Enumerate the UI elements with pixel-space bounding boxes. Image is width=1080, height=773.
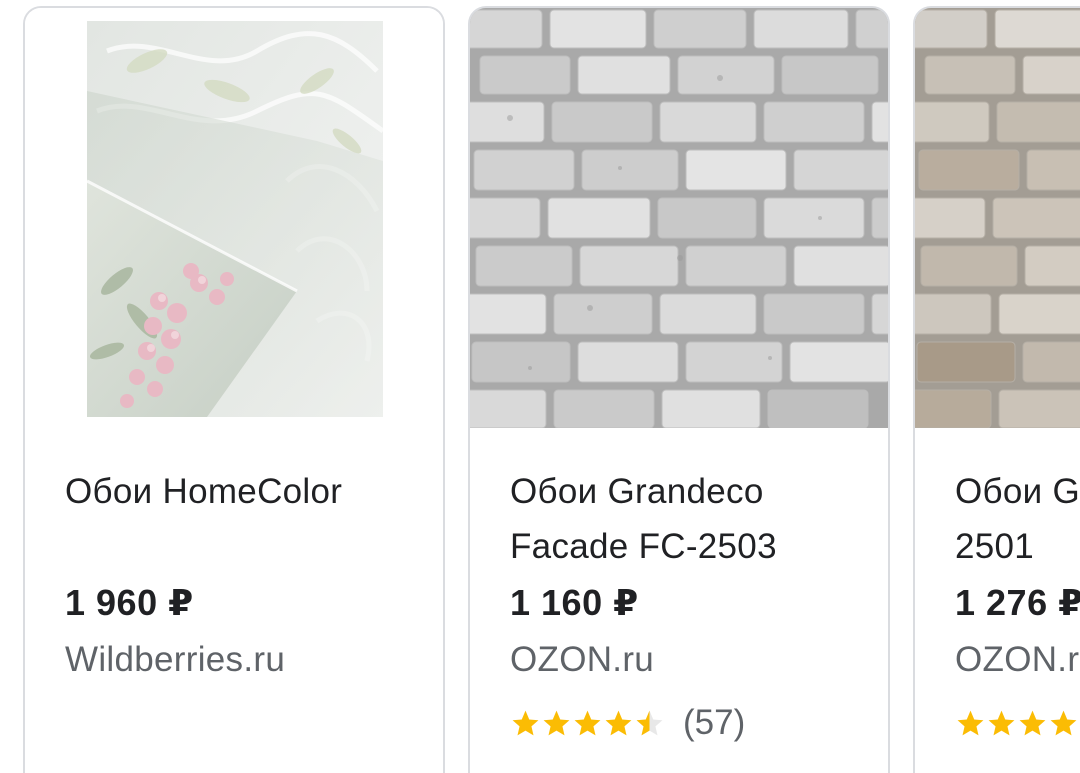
- product-card[interactable]: Обои Grandeco Facade FC-2503 1 160 ₽ OZO…: [468, 6, 890, 773]
- product-card[interactable]: Обои HomeColor 1 960 ₽ Wildberries.ru: [23, 6, 445, 773]
- star-icon: [1019, 710, 1046, 735]
- seller-name: Wildberries.ru: [65, 640, 286, 679]
- product-card[interactable]: Обои G 2501 1 276 ₽ OZON.r: [913, 6, 1080, 773]
- product-price: 1 960 ₽: [65, 582, 194, 623]
- star-rating: [510, 708, 665, 739]
- product-price: 1 160 ₽: [510, 582, 639, 623]
- star-icon: [512, 710, 539, 735]
- product-image[interactable]: [470, 8, 888, 428]
- product-rating: (57): [510, 700, 745, 746]
- star-icon: [1050, 710, 1077, 735]
- product-title[interactable]: Обои Grandeco Facade FC-2503: [510, 464, 870, 574]
- seller-name: OZON.r: [955, 640, 1080, 679]
- star-half-icon: [636, 710, 663, 735]
- beige-brick-wallpaper-image: [915, 8, 1080, 428]
- star-icon: [988, 710, 1015, 735]
- product-carousel: Обои HomeColor 1 960 ₽ Wildberries.ru Об…: [0, 0, 1080, 773]
- star-icon: [957, 710, 984, 735]
- star-rating: [955, 708, 1079, 739]
- product-rating: [955, 700, 1079, 746]
- star-icon: [605, 710, 632, 735]
- review-count: (57): [683, 703, 746, 742]
- product-price: 1 276 ₽: [955, 582, 1080, 623]
- star-icon: [574, 710, 601, 735]
- white-brick-wallpaper-image: [470, 8, 888, 428]
- seller-name: OZON.ru: [510, 640, 655, 679]
- product-image[interactable]: [915, 8, 1080, 428]
- product-image[interactable]: [25, 8, 443, 428]
- product-title[interactable]: Обои G 2501: [955, 464, 1080, 574]
- product-title[interactable]: Обои HomeColor: [65, 464, 425, 519]
- floral-wallpaper-image: [87, 21, 383, 417]
- star-icon: [543, 710, 570, 735]
